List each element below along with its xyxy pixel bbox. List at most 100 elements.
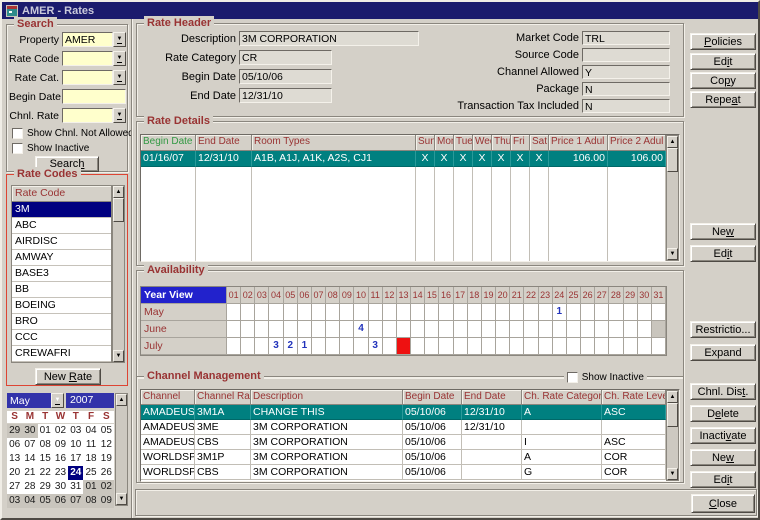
field-rate-category[interactable]: CR — [239, 50, 332, 65]
channel-scrollbar-up-icon[interactable]: ▲ — [667, 391, 678, 403]
availability-cell[interactable] — [241, 304, 255, 321]
availability-cell[interactable] — [411, 338, 425, 355]
availability-cell[interactable] — [425, 321, 439, 338]
availability-cell[interactable] — [284, 321, 298, 338]
checkbox-icon[interactable] — [12, 128, 23, 139]
availability-cell[interactable] — [383, 321, 397, 338]
rate-codes-scrollbar[interactable]: ▲▼ — [112, 185, 125, 363]
calendar-day[interactable]: 08 — [83, 494, 98, 508]
search-chnl-rate-input[interactable] — [62, 108, 113, 123]
availability-cell[interactable] — [369, 321, 383, 338]
calendar-scrollbar[interactable]: ▲▼ — [115, 393, 128, 506]
availability-expand-button[interactable]: Expand — [690, 344, 756, 361]
availability-cell[interactable] — [439, 321, 453, 338]
availability-cell[interactable] — [454, 304, 468, 321]
calendar-day[interactable]: 10 — [68, 438, 83, 452]
rate-code-item[interactable]: 3M — [12, 202, 111, 218]
calendar-day[interactable]: 01 — [83, 480, 98, 494]
availability-cell[interactable]: 3 — [269, 338, 283, 355]
rate-code-item[interactable]: BOEING — [12, 298, 111, 314]
rate-code-item[interactable]: CCC — [12, 330, 111, 346]
calendar-day[interactable]: 19 — [99, 452, 114, 466]
availability-cell[interactable] — [496, 321, 510, 338]
availability-cell[interactable] — [397, 304, 411, 321]
rate-details-edit-button[interactable]: Edit — [690, 245, 756, 262]
availability-cell[interactable] — [595, 304, 609, 321]
availability-cell[interactable] — [468, 321, 482, 338]
availability-cell[interactable] — [255, 321, 269, 338]
availability-cell[interactable] — [397, 321, 411, 338]
channel-scrollbar-thumb[interactable] — [667, 403, 678, 427]
availability-cell[interactable] — [524, 338, 538, 355]
availability-cell[interactable] — [595, 321, 609, 338]
search-begin-date-input[interactable] — [62, 89, 126, 104]
availability-cell[interactable] — [340, 321, 354, 338]
search-property-input[interactable]: AMER — [62, 32, 113, 47]
availability-cell[interactable] — [638, 321, 652, 338]
availability-cell[interactable] — [539, 338, 553, 355]
channel-chnl-dist-button[interactable]: Chnl. Dist. — [690, 383, 756, 400]
calendar-day[interactable]: 24 — [68, 466, 83, 480]
rate-codes-scrollbar-up-icon[interactable]: ▲ — [113, 186, 124, 198]
calendar-day[interactable]: 05 — [38, 494, 53, 508]
calendar-day[interactable]: 18 — [83, 452, 98, 466]
availability-cell[interactable] — [439, 338, 453, 355]
availability-cell[interactable] — [652, 338, 666, 355]
calendar-day[interactable]: 02 — [53, 424, 68, 438]
field-market-code[interactable]: TRL — [582, 31, 670, 45]
availability-cell[interactable] — [595, 338, 609, 355]
availability-cell[interactable] — [496, 338, 510, 355]
rate-details-row[interactable]: 01/16/0712/31/10A1B, A1J, A1K, A2S, CJ1X… — [141, 151, 679, 167]
new-rate-button[interactable]: New Rate — [35, 368, 101, 385]
availability-restrictio-button[interactable]: Restrictio... — [690, 321, 756, 338]
show-inactive-checkbox-row[interactable]: Show Inactive — [564, 370, 647, 384]
availability-cell[interactable] — [326, 321, 340, 338]
search-rate-code-input[interactable] — [62, 51, 113, 66]
calendar-day[interactable]: 16 — [53, 452, 68, 466]
availability-cell[interactable] — [411, 321, 425, 338]
availability-cell[interactable] — [638, 304, 652, 321]
title-bar[interactable]: AMER - Rates — [2, 2, 758, 19]
channel-scrollbar[interactable]: ▲▼ — [666, 390, 679, 481]
field-end-date[interactable]: 12/31/10 — [239, 88, 332, 103]
calendar-day[interactable]: 02 — [99, 480, 114, 494]
search-checkbox-row[interactable]: Show Inactive — [12, 141, 134, 156]
availability-cell[interactable] — [312, 321, 326, 338]
channel-scrollbar-down-icon[interactable]: ▼ — [667, 468, 678, 480]
availability-cell[interactable] — [326, 304, 340, 321]
availability-cell[interactable] — [383, 338, 397, 355]
dropdown-button[interactable]: ▼ — [113, 108, 126, 123]
rate-header-policies-button[interactable]: Policies — [690, 33, 756, 50]
checkbox-icon[interactable] — [567, 372, 578, 383]
rate-code-item[interactable]: BB — [12, 282, 111, 298]
availability-cell[interactable] — [312, 338, 326, 355]
availability-cell[interactable] — [510, 338, 524, 355]
availability-cell[interactable] — [624, 304, 638, 321]
field-transaction-tax-included[interactable]: N — [582, 99, 670, 113]
calendar-month-dropdown-button[interactable]: ▼ — [51, 393, 64, 408]
rate-details-scrollbar-down-icon[interactable]: ▼ — [667, 248, 678, 260]
availability-cell[interactable] — [567, 304, 581, 321]
availability-cell[interactable] — [652, 304, 666, 321]
availability-cell[interactable] — [255, 338, 269, 355]
calendar-day[interactable]: 04 — [22, 494, 37, 508]
calendar-day[interactable]: 30 — [53, 480, 68, 494]
calendar-day[interactable]: 14 — [22, 452, 37, 466]
channel-edit-button[interactable]: Edit — [690, 471, 756, 488]
calendar-scrollbar-up-icon[interactable]: ▲ — [116, 394, 127, 406]
availability-cell[interactable] — [227, 321, 241, 338]
dropdown-button[interactable]: ▼ — [113, 51, 126, 66]
rate-codes-scrollbar-down-icon[interactable]: ▼ — [113, 350, 124, 362]
calendar-day[interactable]: 29 — [38, 480, 53, 494]
calendar-day[interactable]: 04 — [83, 424, 98, 438]
availability-cell[interactable] — [298, 304, 312, 321]
calendar-day[interactable]: 31 — [68, 480, 83, 494]
dropdown-button[interactable]: ▼ — [113, 70, 126, 85]
availability-cell[interactable] — [624, 338, 638, 355]
availability-cell[interactable] — [624, 321, 638, 338]
rate-code-item[interactable]: AMWAY — [12, 250, 111, 266]
availability-cell[interactable]: 1 — [553, 304, 567, 321]
calendar-day[interactable]: 23 — [53, 466, 68, 480]
availability-cell[interactable] — [510, 321, 524, 338]
availability-cell[interactable] — [468, 304, 482, 321]
